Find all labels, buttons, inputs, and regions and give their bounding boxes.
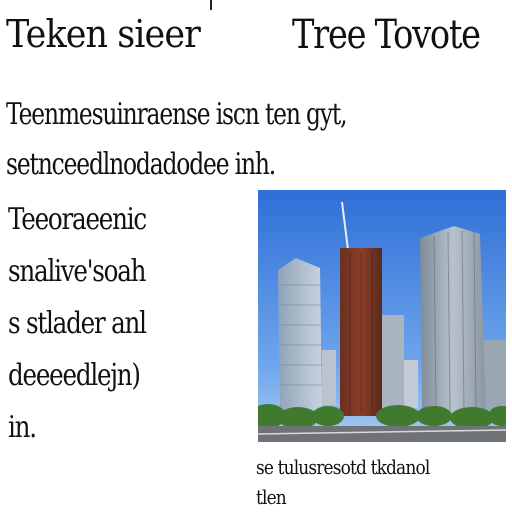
side-line-1: Teeoraeenic bbox=[8, 202, 147, 237]
decorative-tick bbox=[210, 0, 212, 10]
side-line-5: in. bbox=[8, 410, 37, 445]
side-paragraph: Teeoraeenic snalive'soah s stlader anl d… bbox=[8, 194, 147, 454]
intro-line-1: Teenmesuinraense iscn ten gyt, bbox=[6, 97, 348, 132]
intro-line-2: setnceedlnodadodee inh. bbox=[6, 147, 276, 182]
side-line-4: deeeedlejn) bbox=[8, 358, 141, 393]
side-line-2: snalive'soah bbox=[8, 254, 147, 289]
caption-line-2: tlen bbox=[256, 485, 287, 509]
caption-line-1: se tulusresotd tkdanol bbox=[256, 455, 430, 479]
figure-caption: se tulusresotd tkdanol tlen bbox=[256, 452, 430, 512]
heading-right: Tree Tovote bbox=[292, 12, 481, 58]
heading-left: Teken sieer bbox=[6, 12, 201, 56]
side-line-3: s stlader anl bbox=[8, 306, 147, 341]
city-skyline-photo bbox=[258, 190, 506, 442]
intro-paragraph: Teenmesuinraense iscn ten gyt, setnceedl… bbox=[6, 90, 348, 190]
